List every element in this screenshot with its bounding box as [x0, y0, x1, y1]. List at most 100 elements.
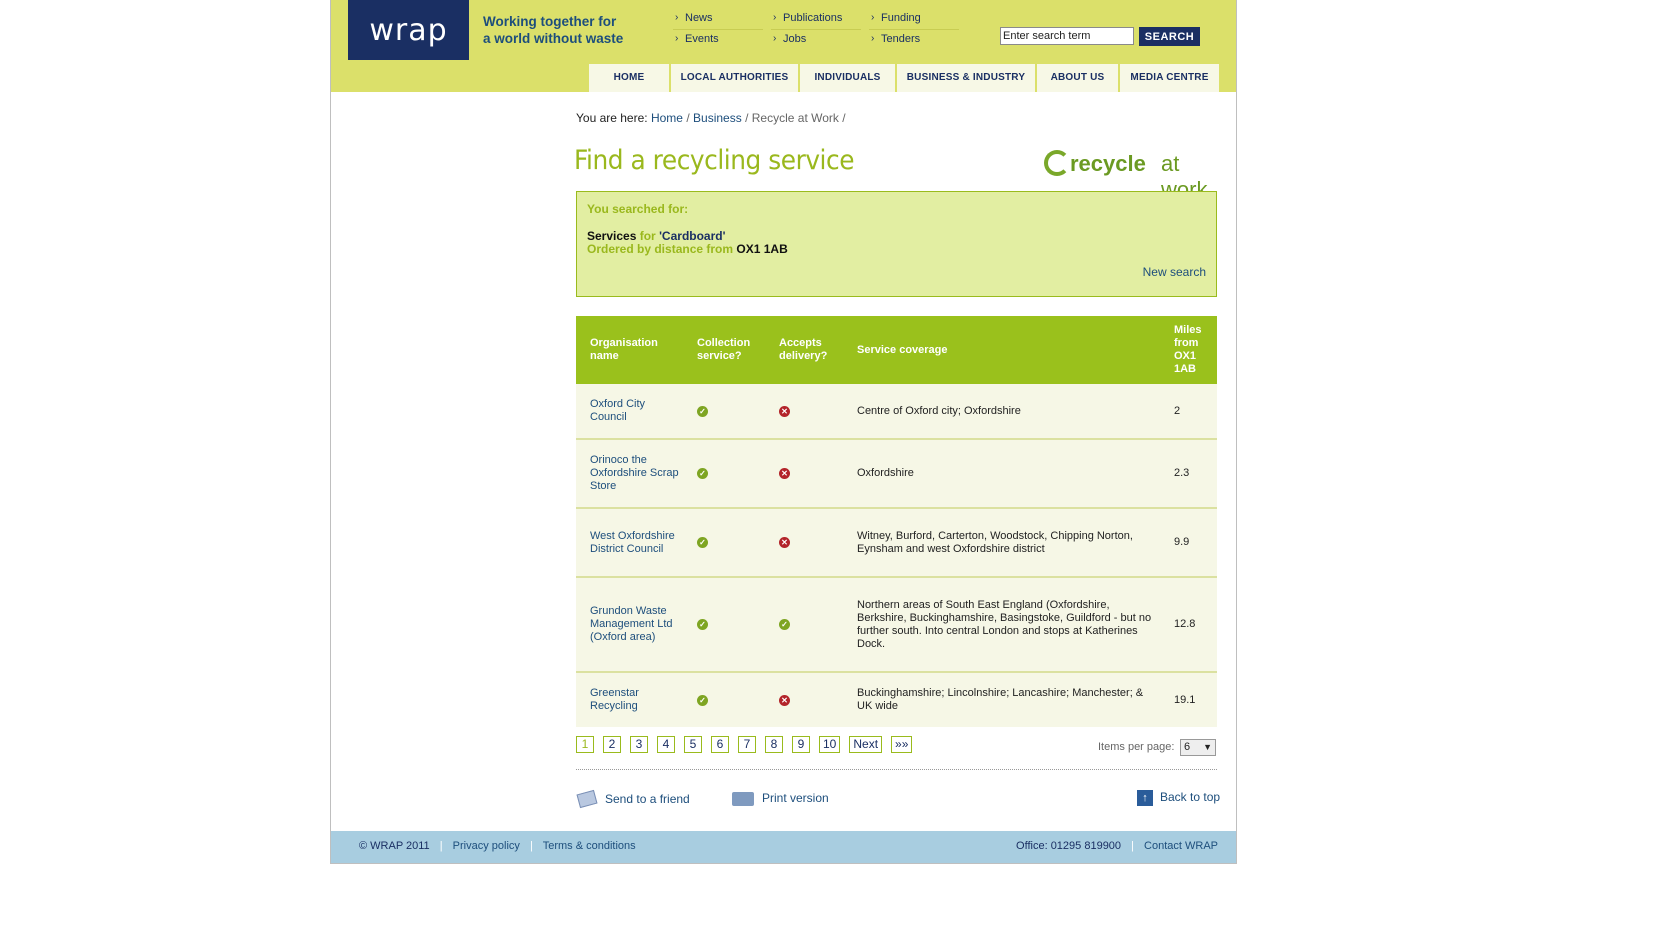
collection-cell: ✓ — [697, 384, 779, 440]
header-coverage: Service coverage — [857, 316, 1174, 384]
search-input[interactable] — [1000, 27, 1134, 45]
envelope-icon — [576, 789, 598, 809]
table-row: West Oxfordshire District Council ✓ ✕ Wi… — [576, 508, 1217, 578]
collection-cell: ✓ — [697, 577, 779, 673]
header-org: Organisation name — [576, 316, 697, 384]
breadcrumb-prefix: You are here: — [576, 111, 648, 125]
breadcrumb: You are here: Home / Business / Recycle … — [576, 111, 846, 125]
tagline: Working together for a world without was… — [483, 13, 623, 47]
tagline-line2: a world without waste — [483, 31, 624, 46]
footer-right: Office: 01295 819900 | Contact WRAP — [1016, 840, 1218, 852]
org-link[interactable]: West Oxfordshire District Council — [590, 530, 675, 555]
top-nav-label: Jobs — [783, 33, 807, 45]
cross-icon: ✕ — [779, 405, 790, 417]
collection-cell: ✓ — [697, 439, 779, 509]
delivery-cell: ✓ — [779, 577, 857, 673]
footer-copyright: © WRAP 2011 — [359, 840, 430, 852]
table-row: Grundon Waste Management Ltd (Oxford are… — [576, 577, 1217, 673]
breadcrumb-business[interactable]: Business — [693, 111, 742, 125]
org-link[interactable]: Oxford City Council — [590, 398, 645, 423]
send-to-friend-label: Send to a friend — [605, 792, 690, 806]
chevron-right-icon: › — [773, 12, 777, 23]
table-row: Oxford City Council ✓ ✕ Centre of Oxford… — [576, 384, 1217, 440]
tick-icon: ✓ — [697, 468, 708, 479]
top-nav-events[interactable]: › Events — [673, 31, 763, 50]
new-search-link[interactable]: New search — [1143, 265, 1206, 279]
page-3[interactable]: 3 — [630, 736, 648, 753]
last-page-button[interactable]: »» — [891, 736, 913, 753]
main-nav: HOME LOCAL AUTHORITIES INDIVIDUALS BUSIN… — [589, 64, 1219, 92]
top-nav-jobs[interactable]: › Jobs — [771, 31, 861, 50]
page-2[interactable]: 2 — [603, 736, 621, 753]
delivery-cell: ✕ — [779, 439, 857, 509]
summary-heading: You searched for: — [587, 202, 689, 216]
top-nav-label: Funding — [881, 12, 921, 24]
search-button[interactable]: SEARCH — [1139, 27, 1200, 46]
page-8[interactable]: 8 — [765, 736, 783, 753]
miles-cell: 9.9 — [1174, 508, 1217, 578]
footer-office-phone: Office: 01295 819900 — [1016, 840, 1122, 852]
privacy-policy-link[interactable]: Privacy policy — [453, 840, 520, 852]
top-nav-news[interactable]: › News — [673, 10, 763, 30]
contact-wrap-link[interactable]: Contact WRAP — [1144, 840, 1218, 852]
top-nav-funding[interactable]: › Funding — [869, 10, 959, 30]
page-7[interactable]: 7 — [738, 736, 756, 753]
page-6[interactable]: 6 — [711, 736, 729, 753]
chevron-right-icon: › — [871, 33, 875, 44]
org-cell: West Oxfordshire District Council — [576, 508, 697, 578]
miles-cell: 12.8 — [1174, 577, 1217, 673]
footer-left: © WRAP 2011 | Privacy policy | Terms & c… — [359, 840, 636, 852]
collection-cell: ✓ — [697, 672, 779, 727]
items-per-page-select[interactable]: 6 ▼ — [1180, 739, 1216, 756]
tab-business-industry[interactable]: BUSINESS & INDUSTRY — [897, 64, 1037, 92]
top-nav-label: Events — [685, 33, 719, 45]
top-nav-publications[interactable]: › Publications — [771, 10, 861, 30]
cross-icon: ✕ — [779, 468, 790, 479]
recycle-at-work-logo: recycle at work — [1044, 150, 1217, 202]
divider — [576, 769, 1217, 770]
footer-separator: | — [529, 840, 533, 852]
footer-separator: | — [1131, 840, 1134, 852]
items-per-page-value: 6 — [1184, 741, 1191, 753]
tab-local-authorities[interactable]: LOCAL AUTHORITIES — [671, 64, 800, 92]
tab-individuals[interactable]: INDIVIDUALS — [800, 64, 897, 92]
table-row: Orinoco the Oxfordshire Scrap Store ✓ ✕ … — [576, 439, 1217, 509]
page-5[interactable]: 5 — [684, 736, 702, 753]
header-miles: Miles from OX1 1AB — [1174, 316, 1217, 384]
wrap-logo[interactable]: wrap — [348, 0, 469, 60]
tagline-line1: Working together for — [483, 14, 617, 29]
table-row: Greenstar Recycling ✓ ✕ Buckinghamshire;… — [576, 672, 1217, 727]
tab-about-us[interactable]: ABOUT US — [1037, 64, 1120, 92]
delivery-cell: ✕ — [779, 672, 857, 727]
page-10[interactable]: 10 — [819, 736, 841, 753]
org-link[interactable]: Greenstar Recycling — [590, 687, 639, 712]
coverage-cell: Witney, Burford, Carterton, Woodstock, C… — [857, 508, 1174, 578]
breadcrumb-home[interactable]: Home — [651, 111, 683, 125]
miles-cell: 19.1 — [1174, 672, 1217, 727]
terms-link[interactable]: Terms & conditions — [543, 840, 636, 852]
org-cell: Oxford City Council — [576, 384, 697, 440]
recycle-arrow-icon — [1044, 150, 1070, 176]
org-cell: Greenstar Recycling — [576, 672, 697, 727]
coverage-cell: Buckinghamshire; Lincolnshire; Lancashir… — [857, 672, 1174, 727]
top-nav-label: News — [685, 12, 713, 24]
page-4[interactable]: 4 — [657, 736, 675, 753]
logo-text: wrap — [369, 12, 448, 48]
page-title: Find a recycling service — [574, 145, 855, 176]
tab-media-centre[interactable]: MEDIA CENTRE — [1120, 64, 1219, 92]
next-page-button[interactable]: Next — [849, 736, 883, 753]
breadcrumb-separator: / — [745, 111, 749, 125]
top-nav-tenders[interactable]: › Tenders — [869, 31, 959, 50]
tick-icon: ✓ — [697, 537, 708, 548]
page-9[interactable]: 9 — [792, 736, 810, 753]
summary-postcode: OX1 1AB — [736, 242, 788, 256]
tab-home[interactable]: HOME — [589, 64, 671, 92]
org-link[interactable]: Orinoco the Oxfordshire Scrap Store — [590, 454, 679, 492]
collection-cell: ✓ — [697, 508, 779, 578]
items-per-page-label: Items per page: — [1098, 741, 1175, 753]
chevron-down-icon: ▼ — [1203, 742, 1212, 752]
breadcrumb-current: Recycle at Work — [751, 111, 839, 125]
org-link[interactable]: Grundon Waste Management Ltd (Oxford are… — [590, 605, 673, 643]
coverage-cell: Centre of Oxford city; Oxfordshire — [857, 384, 1174, 440]
coverage-cell: Oxfordshire — [857, 439, 1174, 509]
